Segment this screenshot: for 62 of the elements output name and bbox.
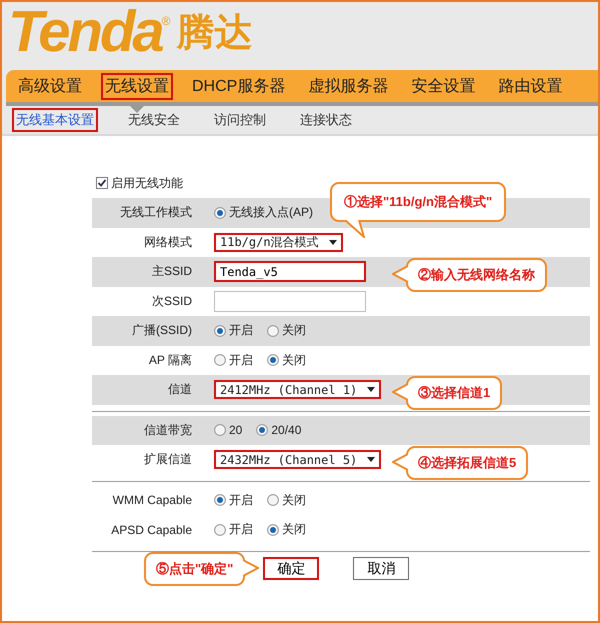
radio-button[interactable] — [214, 494, 226, 506]
subnav-tab[interactable]: 无线基本设置 — [12, 108, 98, 132]
radio-label: 开启 — [229, 492, 253, 509]
radio-button[interactable] — [214, 206, 226, 219]
field-label: 无线工作模式 — [119, 204, 193, 222]
radio-label: 开启 — [229, 322, 253, 340]
radio-label: 关闭 — [282, 352, 306, 369]
registered-mark: ® — [162, 14, 170, 28]
radio-button[interactable] — [267, 524, 279, 536]
radio-button[interactable] — [214, 524, 226, 536]
nav-tab[interactable]: 无线设置 — [101, 72, 173, 100]
subnav-tab[interactable]: 访问控制 — [210, 108, 270, 132]
field-label: 主SSID — [150, 263, 193, 280]
brand-logo: Tenda — [8, 2, 162, 62]
checkbox-label: 启用无线功能 — [111, 174, 183, 192]
nav-tab[interactable]: 虚拟服务器 — [304, 72, 392, 100]
radio-button[interactable] — [214, 424, 226, 436]
callout-pointer — [392, 383, 408, 401]
radio-label: 关闭 — [282, 492, 306, 509]
form-button[interactable]: 取消 — [353, 557, 410, 580]
field-label: APSD Capable — [110, 522, 193, 537]
radio-label: 20 — [229, 423, 242, 438]
subnav-tab[interactable]: 连接状态 — [296, 108, 356, 132]
subnav-tab[interactable]: 无线安全 — [124, 108, 184, 132]
nav-tab[interactable]: DHCP服务器 — [188, 72, 290, 100]
radio-label: 关闭 — [282, 322, 306, 340]
form-button[interactable]: 确定 — [263, 557, 320, 580]
radio-button[interactable] — [267, 354, 279, 366]
field-label: 信道带宽 — [143, 422, 193, 439]
field-label: 次SSID — [150, 292, 193, 310]
field-label: 广播(SSID) — [131, 322, 193, 340]
callout-pointer — [392, 453, 408, 471]
field-label: 信道 — [167, 381, 193, 398]
callout-pointer — [392, 265, 408, 283]
caret-icon — [367, 457, 376, 462]
nav-tab[interactable]: 路由设置 — [494, 72, 566, 100]
dropdown[interactable]: 11b/g/n混合模式 — [214, 232, 343, 252]
dropdown[interactable]: 2412MHz (Channel 1) — [214, 380, 382, 400]
field-label: WMM Capable — [112, 493, 193, 508]
field-label: 网络模式 — [143, 234, 193, 251]
radio-label: 无线接入点(AP) — [229, 204, 313, 222]
text-field[interactable]: Tenda_v5 — [214, 261, 366, 282]
dropdown[interactable]: 2432MHz (Channel 5) — [214, 450, 382, 470]
radio-button[interactable] — [214, 324, 226, 337]
radio-button[interactable] — [267, 324, 279, 337]
enable-checkbox[interactable] — [96, 177, 108, 189]
radio-button[interactable] — [267, 494, 279, 506]
brand-name: 腾达 — [176, 11, 252, 56]
nav-tab[interactable]: 安全设置 — [407, 72, 480, 100]
text-field[interactable] — [214, 290, 366, 312]
radio-button[interactable] — [214, 354, 226, 366]
field-label: 扩展信道 — [143, 451, 193, 468]
radio-button[interactable] — [256, 424, 268, 436]
radio-label: 20/40 — [271, 423, 302, 438]
radio-label: 开启 — [229, 352, 253, 369]
caret-icon — [367, 387, 376, 392]
callout-pointer — [243, 558, 260, 576]
caret-icon — [328, 240, 337, 245]
radio-label: 开启 — [229, 521, 253, 538]
radio-label: 关闭 — [282, 521, 306, 538]
nav-tab[interactable]: 高级设置 — [14, 72, 86, 100]
field-label: AP 隔离 — [148, 352, 193, 369]
